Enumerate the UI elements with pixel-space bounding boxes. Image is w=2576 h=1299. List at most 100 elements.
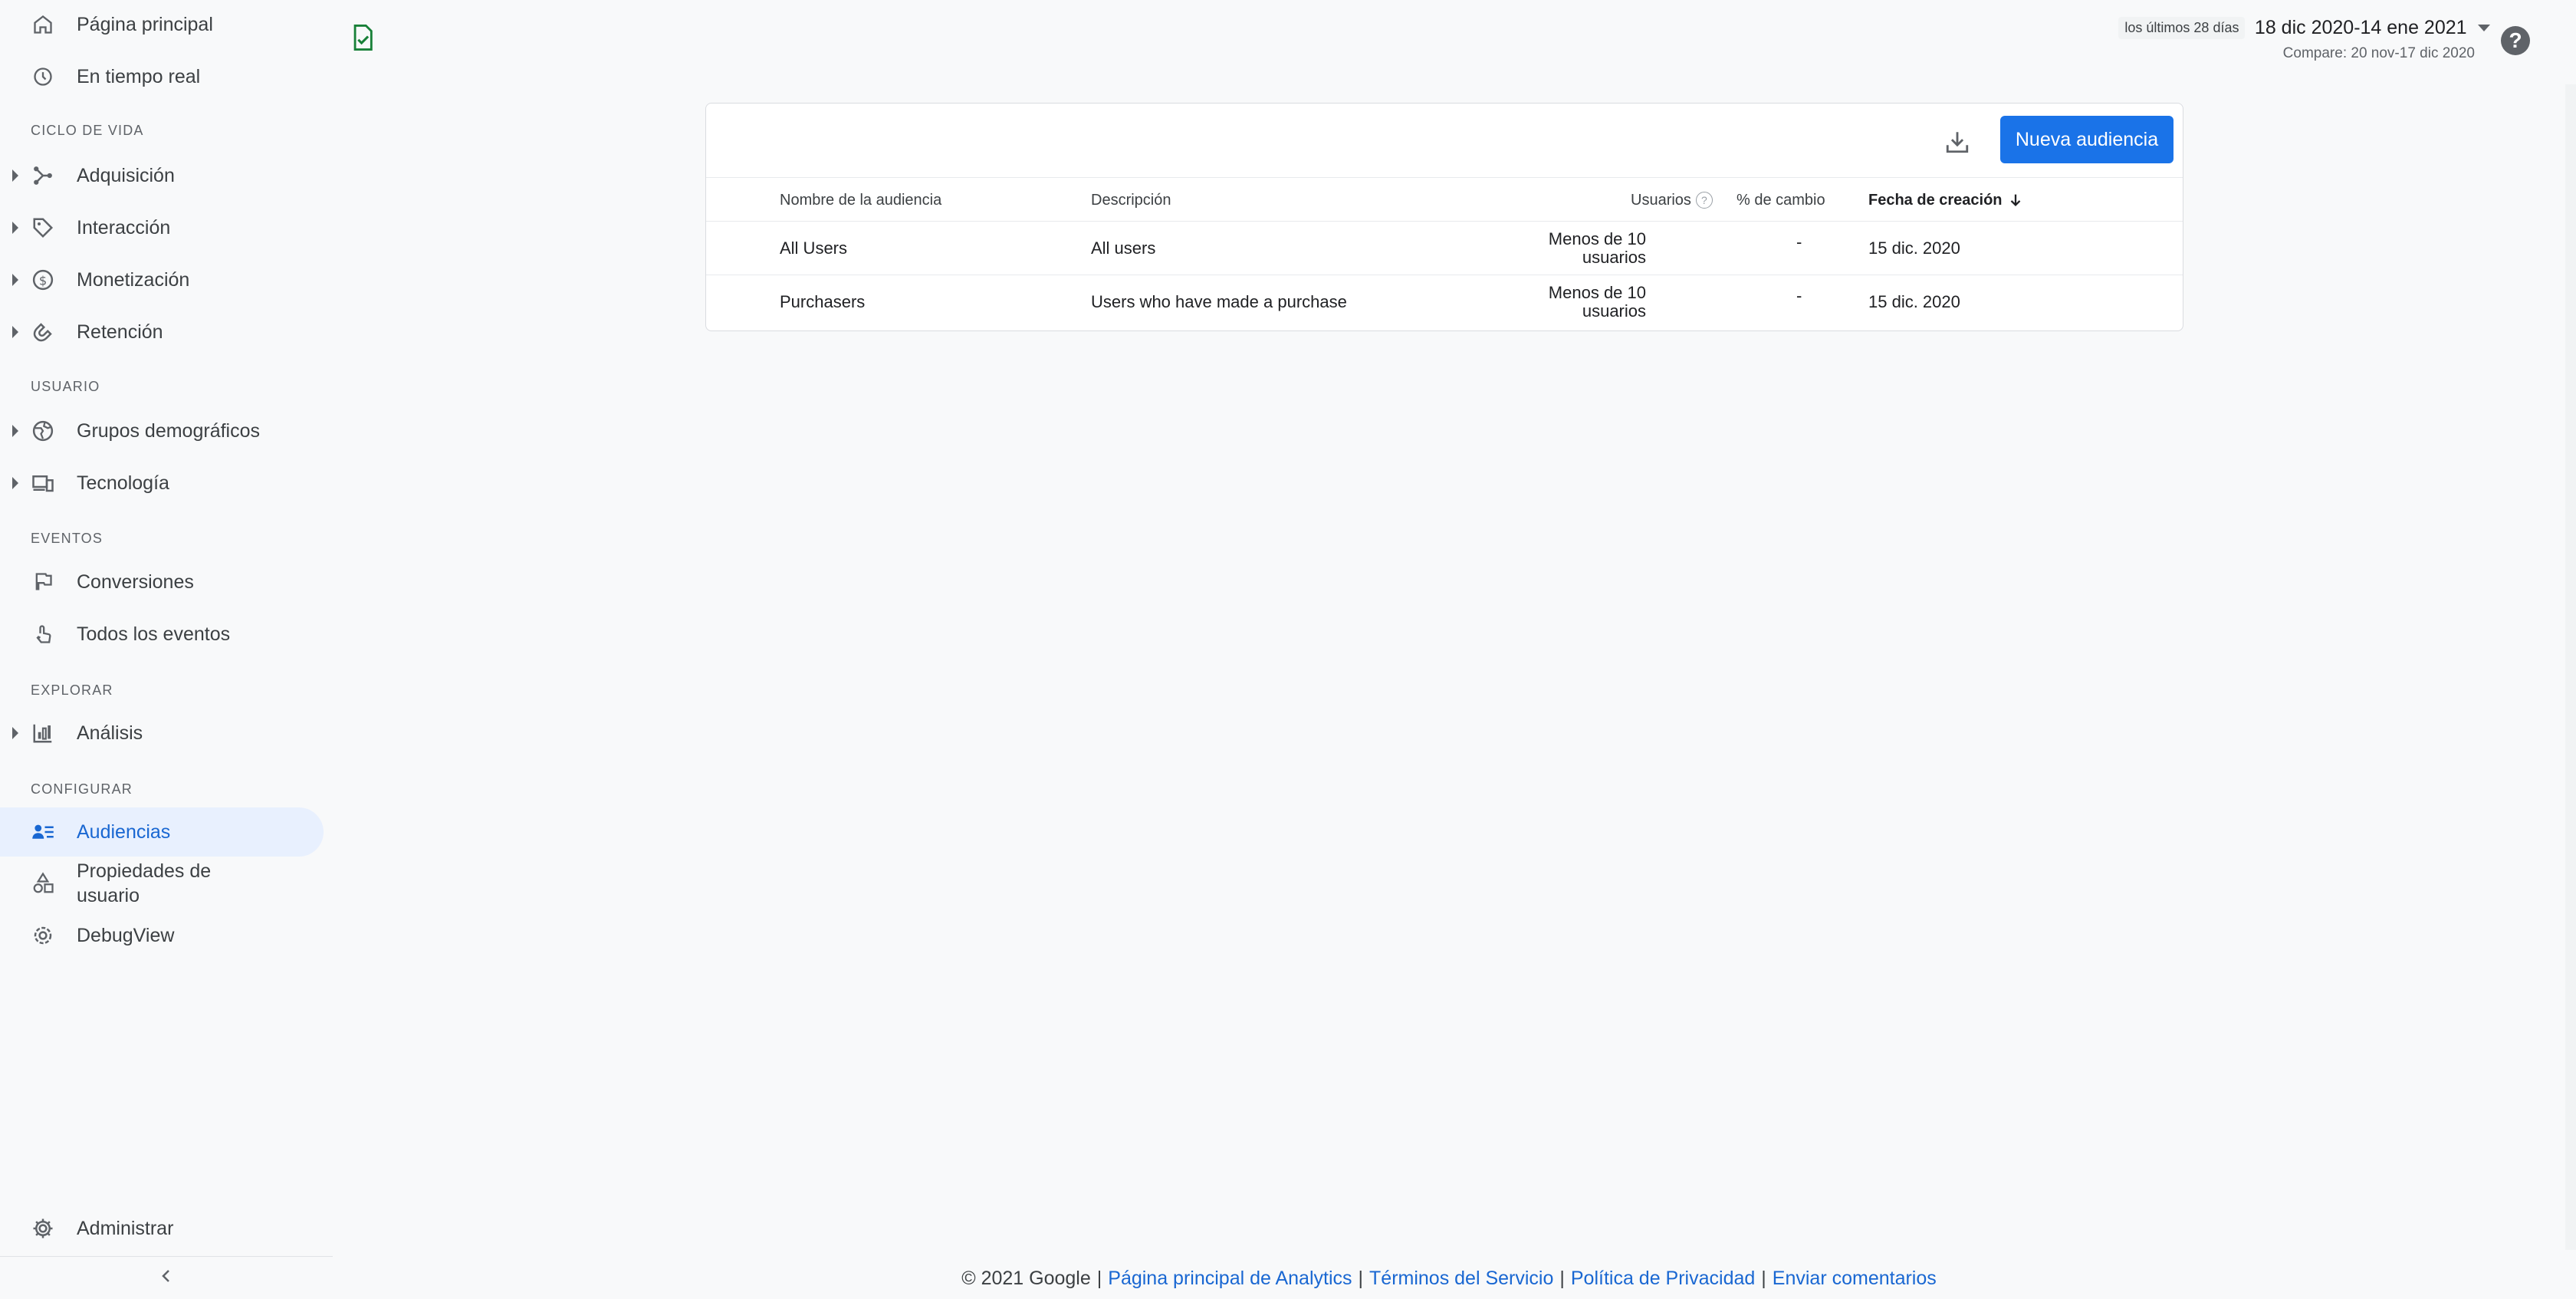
date-range-picker[interactable]: los últimos 28 días 18 dic 2020-14 ene 2… (2118, 17, 2490, 62)
compare-range-text: Compare: 20 nov-17 dic 2020 (2282, 45, 2475, 61)
nav-label: En tiempo real (77, 66, 201, 87)
column-header-description[interactable]: Descripción (1091, 178, 1171, 222)
users-line: usuarios (1582, 301, 1646, 321)
audience-change: - (1796, 232, 1802, 252)
nav-label: Monetización (77, 269, 190, 291)
table-header: Nombre de la audiencia Descripción Usuar… (706, 177, 2183, 222)
expand-caret-icon[interactable] (12, 169, 18, 182)
separator: | (1559, 1267, 1565, 1289)
footer-link-analytics-home[interactable]: Página principal de Analytics (1108, 1268, 1352, 1290)
download-button[interactable] (1939, 123, 1976, 160)
users-line: Menos de 10 (1548, 283, 1646, 302)
nav-item-monetization[interactable]: $ Monetización (0, 255, 324, 304)
nav-label: Conversiones (77, 571, 194, 593)
new-audience-button[interactable]: Nueva audiencia (2000, 116, 2174, 163)
expand-caret-icon[interactable] (12, 727, 18, 739)
section-header-configure: CONFIGURAR (31, 781, 133, 797)
footer-link-feedback[interactable]: Enviar comentarios (1773, 1268, 1937, 1290)
nav-item-user-properties[interactable]: Propiedades de usuario (0, 859, 324, 908)
nav-item-conversions[interactable]: Conversiones (0, 557, 324, 607)
nav-label: DebugView (77, 925, 175, 946)
audience-created-date: 15 dic. 2020 (1868, 238, 1960, 258)
nav-item-audiences[interactable]: Audiencias (0, 807, 324, 857)
nav-label: Audiencias (77, 821, 171, 843)
nav-label: Administrar (77, 1218, 174, 1239)
magnet-icon (29, 318, 57, 346)
collapse-sidebar-button[interactable] (0, 1256, 333, 1299)
date-preset-chip: los últimos 28 días (2118, 17, 2246, 39)
dropdown-caret-icon[interactable] (2478, 25, 2490, 31)
globe-icon (29, 417, 57, 445)
audience-name[interactable]: Purchasers (780, 275, 865, 329)
users-header-label: Usuarios (1631, 191, 1691, 209)
nav-item-all-events[interactable]: Todos los eventos (0, 610, 324, 659)
nav-item-engagement[interactable]: Interacción (0, 203, 324, 252)
audience-change: - (1796, 286, 1802, 305)
verified-doc-icon[interactable] (351, 25, 374, 54)
audience-name[interactable]: All Users (780, 222, 847, 275)
column-header-name[interactable]: Nombre de la audiencia (780, 178, 941, 222)
users-line: Menos de 10 (1548, 229, 1646, 248)
expand-caret-icon[interactable] (12, 326, 18, 338)
acquisition-icon (29, 162, 57, 189)
dollar-icon: $ (29, 266, 57, 294)
nav-item-acquisition[interactable]: Adquisición (0, 151, 324, 200)
chevron-left-icon (157, 1267, 176, 1289)
help-icon[interactable]: ? (1695, 192, 1713, 209)
nav-label: Análisis (77, 722, 143, 744)
nav-item-admin[interactable]: Administrar (0, 1204, 324, 1253)
sidebar: Página principal En tiempo real CICLO DE… (0, 0, 333, 1299)
separator: | (1096, 1267, 1102, 1289)
tag-icon (29, 214, 57, 242)
column-header-created[interactable]: Fecha de creación (1868, 178, 2024, 222)
section-header-lifecycle: CICLO DE VIDA (31, 123, 144, 138)
table-row[interactable]: Purchasers Users who have made a purchas… (706, 275, 2183, 329)
devices-icon (29, 469, 57, 497)
sort-arrow-down-icon (2010, 194, 2020, 207)
nav-item-technology[interactable]: Tecnología (0, 459, 324, 508)
home-icon (29, 11, 57, 38)
nav-label: Página principal (77, 14, 213, 35)
column-header-change[interactable]: % de cambio (1737, 178, 1825, 222)
table-row[interactable]: All Users All users Menos de 10 usuarios… (706, 222, 2183, 275)
expand-caret-icon[interactable] (12, 477, 18, 489)
shapes-icon (29, 870, 57, 897)
separator: | (1761, 1267, 1766, 1289)
nav-item-analysis[interactable]: Análisis (0, 709, 324, 758)
help-icon[interactable]: ? (2501, 26, 2530, 55)
audience-users: Menos de 10 usuarios (1508, 275, 1646, 329)
nav-label: Propiedades de usuario (77, 860, 212, 906)
expand-caret-icon[interactable] (12, 274, 18, 286)
nav-item-home[interactable]: Página principal (0, 0, 324, 49)
audience-icon (29, 818, 57, 846)
audience-users: Menos de 10 usuarios (1508, 222, 1646, 275)
svg-text:$: $ (39, 273, 47, 288)
section-header-events: EVENTOS (31, 531, 104, 546)
nav-item-demographics[interactable]: Grupos demográficos (0, 406, 324, 455)
nav-label: Todos los eventos (77, 623, 231, 645)
date-range-text: 18 dic 2020-14 ene 2021 (2254, 17, 2467, 38)
scrollbar[interactable] (2565, 84, 2576, 1250)
audience-description: All users (1091, 238, 1156, 258)
nav-label: Retención (77, 321, 163, 343)
section-header-user: USUARIO (31, 379, 100, 394)
expand-caret-icon[interactable] (12, 222, 18, 234)
nav-item-debugview[interactable]: DebugView (0, 911, 324, 960)
audiences-card: Nueva audiencia Nombre de la audiencia D… (705, 103, 2183, 331)
footer-link-privacy[interactable]: Política de Privacidad (1571, 1268, 1755, 1290)
expand-caret-icon[interactable] (12, 425, 18, 437)
audience-created-date: 15 dic. 2020 (1868, 292, 1960, 311)
column-header-users[interactable]: Usuarios ? (1631, 178, 1713, 222)
copyright-text: © 2021 Google (961, 1267, 1091, 1289)
download-icon (1946, 132, 1969, 153)
footer-link-terms[interactable]: Términos del Servicio (1369, 1268, 1553, 1290)
created-header-label: Fecha de creación (1868, 191, 2003, 209)
nav-item-retention[interactable]: Retención (0, 307, 324, 357)
nav-item-realtime[interactable]: En tiempo real (0, 52, 324, 101)
gear-icon (29, 1215, 57, 1242)
flag-icon (29, 568, 57, 596)
nav-label: Tecnología (77, 472, 169, 494)
analysis-icon (29, 719, 57, 747)
nav-label: Grupos demográficos (77, 420, 261, 442)
nav-label: Interacción (77, 217, 171, 238)
